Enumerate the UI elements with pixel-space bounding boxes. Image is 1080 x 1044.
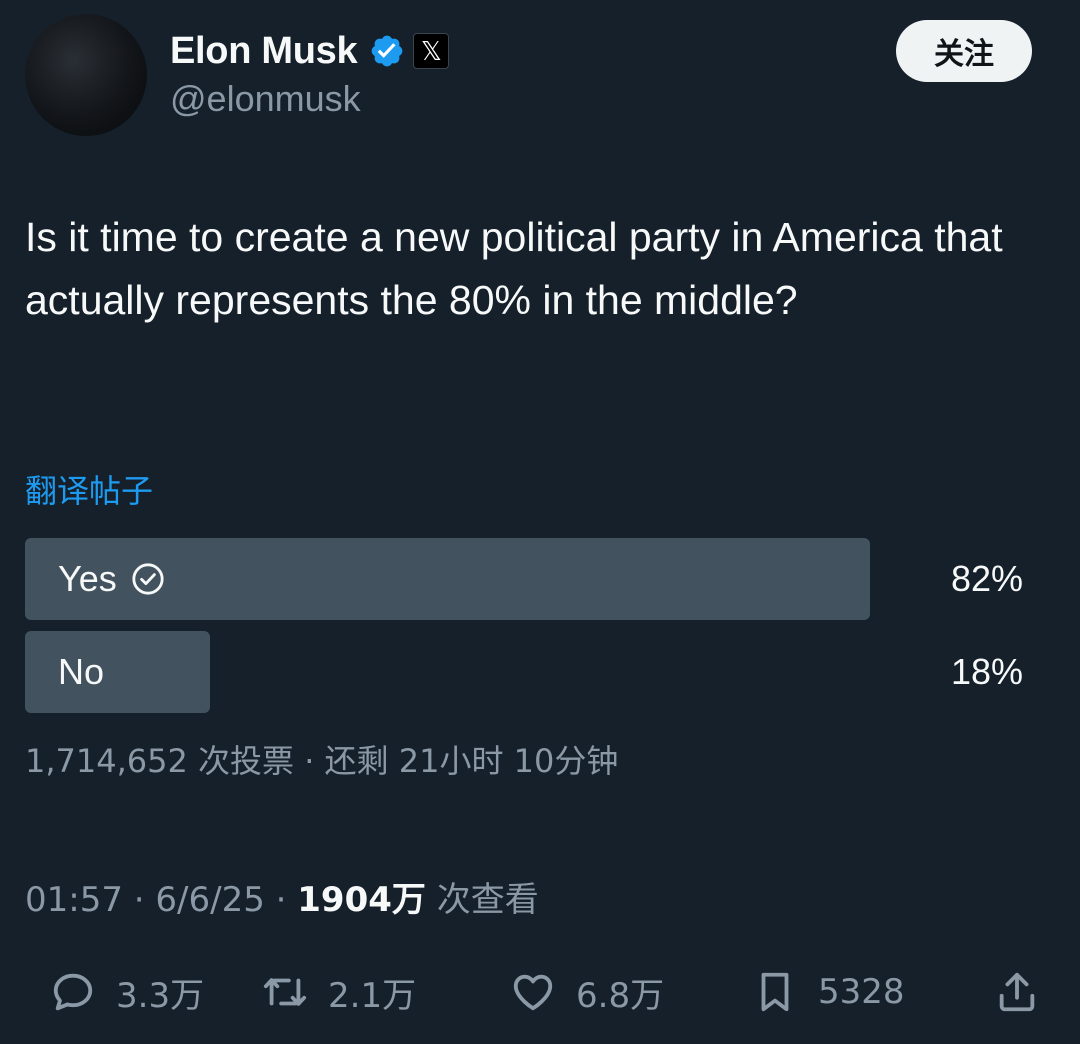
timestamp[interactable]: 01:57 · 6/6/25 · <box>25 880 297 920</box>
repost-count: 2.1万 <box>328 975 417 1016</box>
check-circle-icon <box>132 563 164 595</box>
reply-button[interactable]: 3.3万 <box>50 962 204 1022</box>
bookmark-count: 5328 <box>818 972 905 1012</box>
translate-post-link[interactable]: 翻译帖子 <box>25 466 153 512</box>
reply-count: 3.3万 <box>116 975 205 1016</box>
tweet-text: Is it time to create a new political par… <box>25 214 1003 323</box>
poll-percent: 82% <box>950 558 1023 599</box>
action-bar: 3.3万 2.1万 6.8万 5328 <box>0 962 1080 1022</box>
like-count: 6.8万 <box>576 975 665 1016</box>
like-button[interactable]: 6.8万 <box>510 962 664 1022</box>
views-label: 次查看 <box>425 880 539 920</box>
bookmark-button[interactable]: 5328 <box>752 962 905 1022</box>
author-name[interactable]: Elon Musk <box>170 30 358 73</box>
poll-percent: 18% <box>950 651 1023 692</box>
poll-option-label: Yes <box>58 558 117 599</box>
x-affiliation-icon: 𝕏 <box>413 33 450 69</box>
repost-button[interactable]: 2.1万 <box>262 962 416 1022</box>
author-name-row: Elon Musk 𝕏 <box>170 26 450 76</box>
reply-icon <box>53 973 93 1011</box>
share-icon <box>999 972 1035 1012</box>
bookmark-icon <box>761 972 789 1012</box>
heart-icon <box>513 974 553 1011</box>
poll-meta: 1,714,652 次投票 · 还剩 21小时 10分钟 <box>25 742 619 780</box>
share-button[interactable] <box>994 962 1040 1022</box>
views-count: 1904万 <box>297 880 426 920</box>
poll-option-yes[interactable]: Yes 82% <box>25 538 1025 620</box>
poll-option-label: No <box>58 651 105 692</box>
poll-bar-no <box>25 631 210 713</box>
timestamp-row: 01:57 · 6/6/25 · 1904万 次查看 <box>25 872 539 921</box>
verified-badge-icon <box>371 35 403 67</box>
author-handle[interactable]: @elonmusk <box>170 78 361 120</box>
repost-icon <box>263 978 307 1006</box>
follow-button[interactable]: 关注 <box>896 20 1032 82</box>
poll-option-no[interactable]: No 18% <box>25 631 1025 713</box>
poll-label-container: Yes <box>58 538 165 620</box>
poll-label-container: No <box>58 631 104 713</box>
avatar[interactable] <box>25 14 147 136</box>
